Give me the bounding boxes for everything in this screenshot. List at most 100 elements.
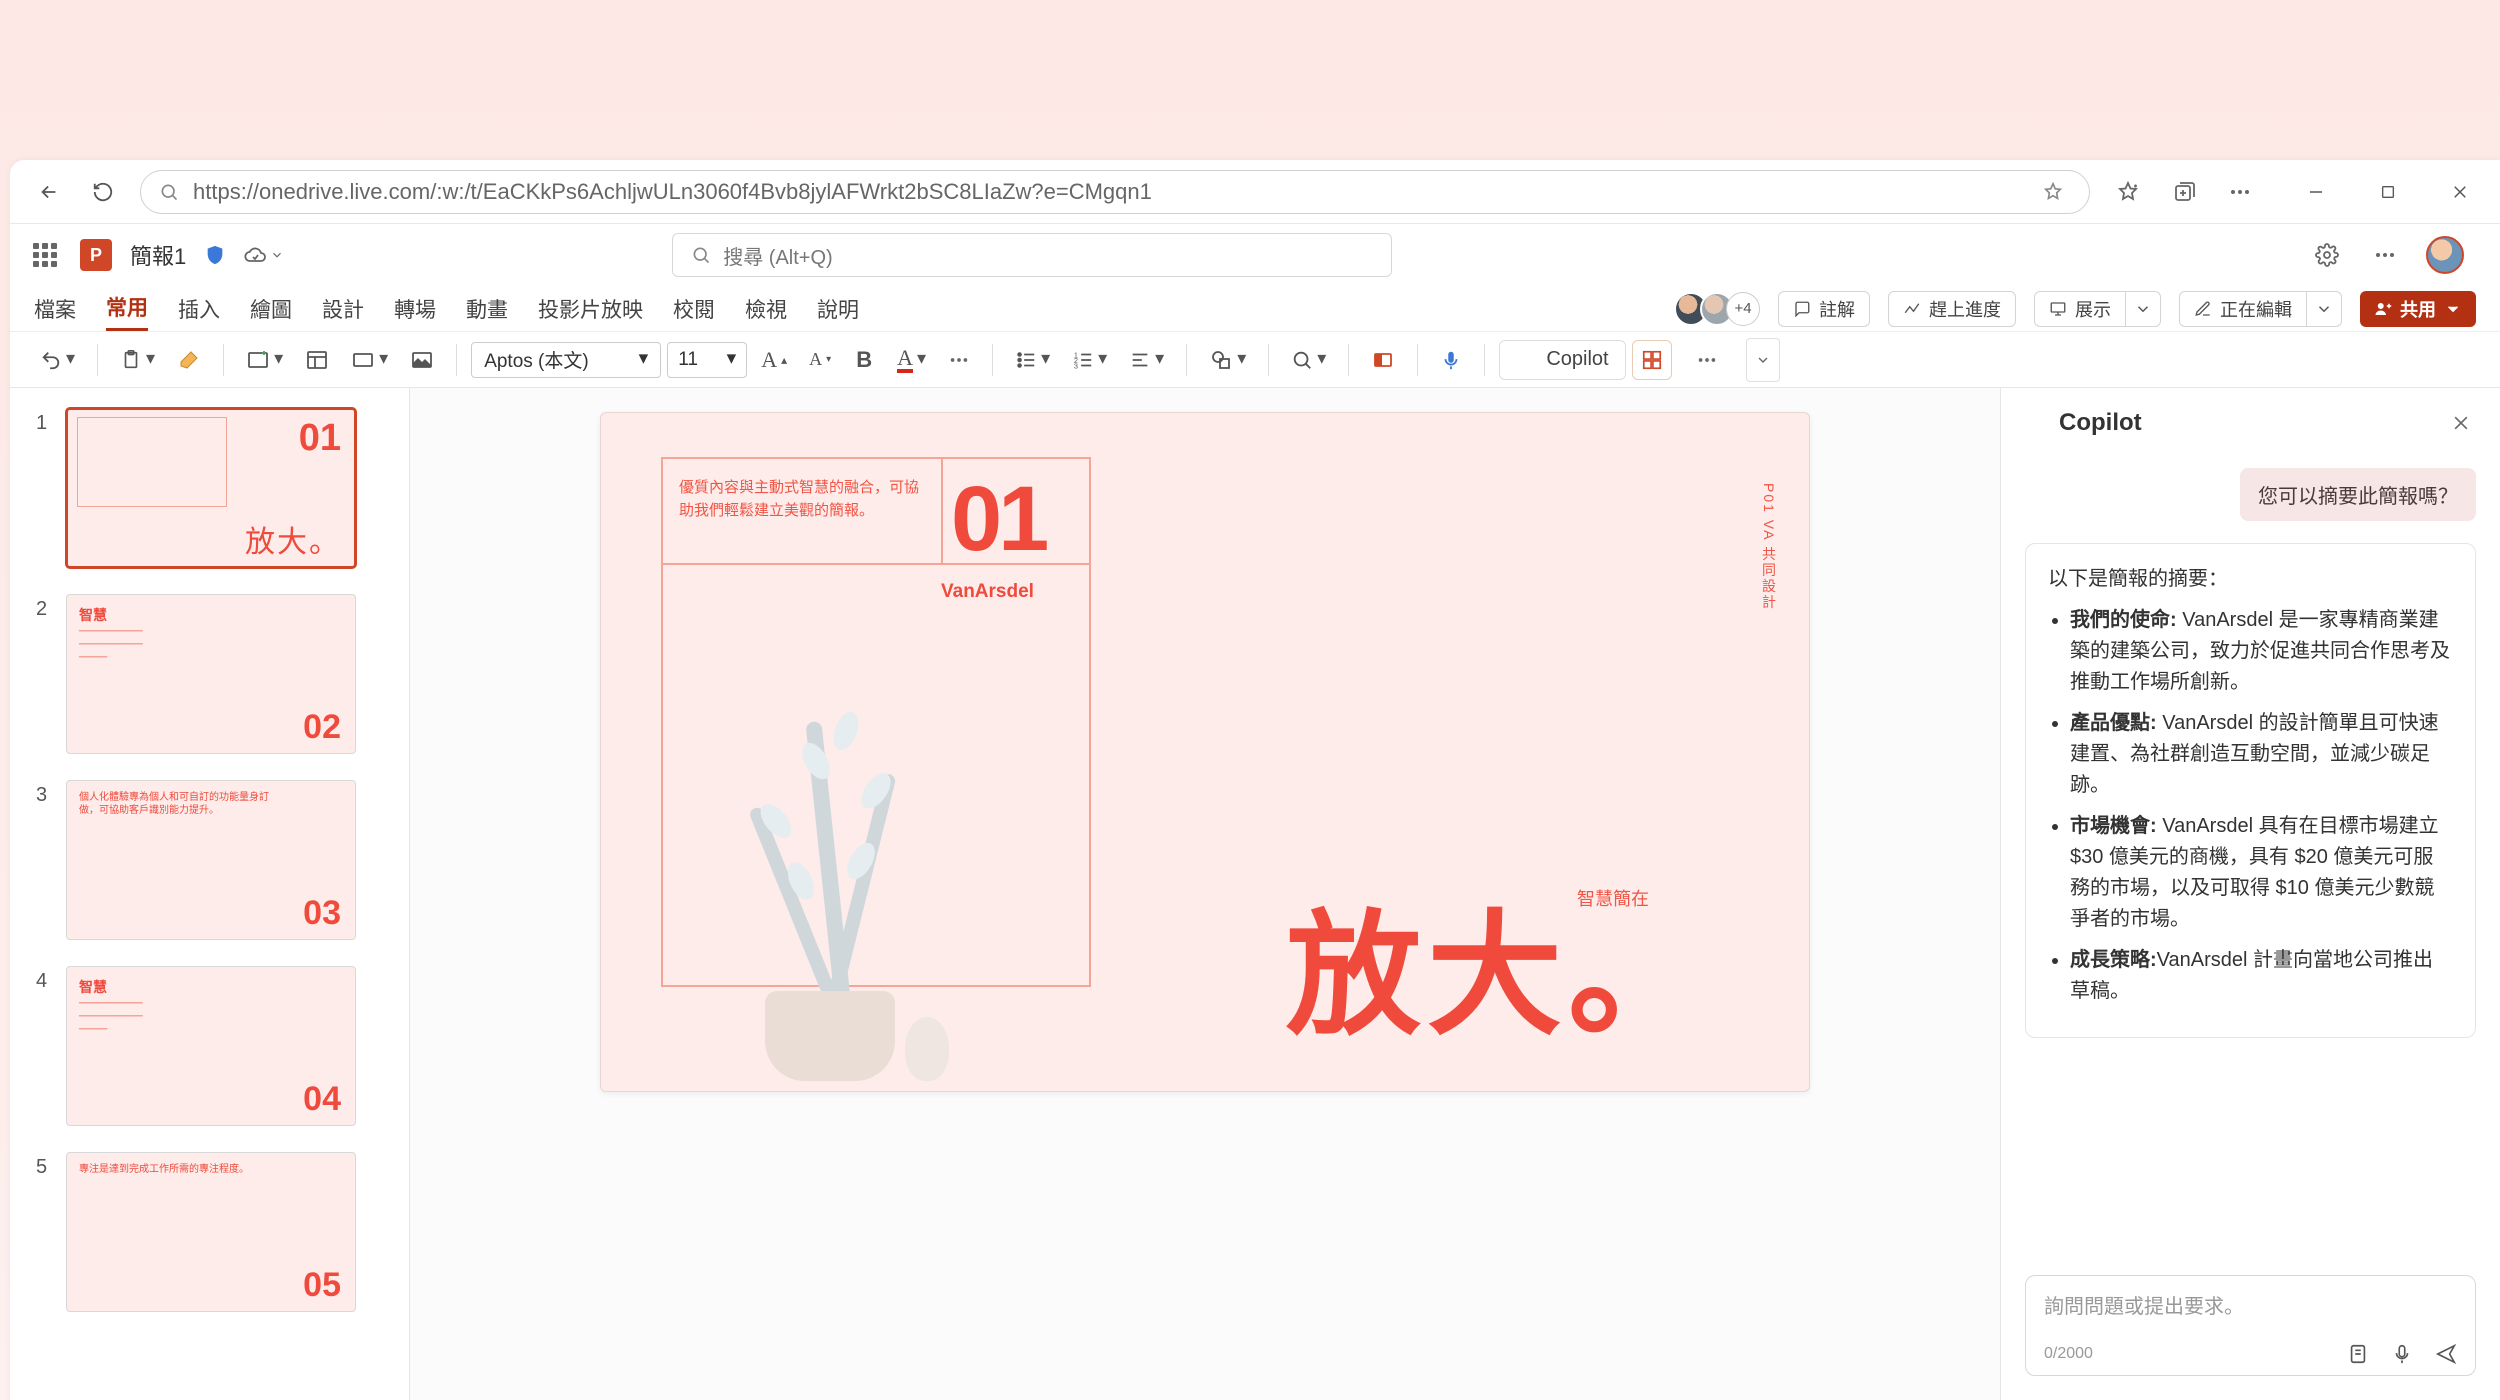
slide-thumbnail-panel: 1 01 放大。 2 智慧 ────────────────────── 02 … xyxy=(10,388,410,1400)
plant-image[interactable] xyxy=(645,671,945,1081)
back-button[interactable] xyxy=(32,175,66,209)
share-button[interactable]: 共用 xyxy=(2360,291,2476,327)
copilot-user-message: 您可以摘要此簡報嗎？ xyxy=(2240,468,2476,521)
copilot-panel-title: Copilot xyxy=(2059,409,2142,437)
format-painter-button[interactable] xyxy=(169,341,209,379)
copilot-input-placeholder: 詢問問題或提出要求。 xyxy=(2044,1290,2457,1319)
present-dropdown[interactable] xyxy=(2126,291,2161,327)
present-button[interactable]: 展示 xyxy=(2034,291,2161,327)
tab-review[interactable]: 校閱 xyxy=(673,288,715,330)
copilot-mic-icon[interactable] xyxy=(2391,1343,2413,1365)
slide-number-graphic[interactable]: 01 xyxy=(951,467,1045,572)
undo-button[interactable]: ▾ xyxy=(32,341,83,379)
toolbar-more-button[interactable] xyxy=(1688,341,1726,379)
tab-design[interactable]: 設計 xyxy=(322,288,364,330)
favorites-icon[interactable] xyxy=(2110,174,2146,210)
decrease-font-button[interactable]: A▾ xyxy=(801,341,839,379)
address-bar[interactable]: https://onedrive.live.com/:w:/t/EaCKkPs6… xyxy=(140,170,2090,214)
copilot-icon xyxy=(1516,349,1538,371)
tab-help[interactable]: 說明 xyxy=(817,288,859,330)
url-text: https://onedrive.live.com/:w:/t/EaCKkPs6… xyxy=(193,179,1152,205)
bold-button[interactable]: B xyxy=(845,341,883,379)
editing-mode-button[interactable]: 正在編輯 xyxy=(2179,291,2342,327)
numbering-button[interactable]: 123▾ xyxy=(1064,341,1115,379)
copilot-send-icon[interactable] xyxy=(2435,1343,2457,1365)
paste-button[interactable]: ▾ xyxy=(112,341,163,379)
slide-brand-text[interactable]: VanArsdel xyxy=(941,581,1034,603)
copilot-ai-message: 以下是簡報的摘要： 我們的使命: VanArsdel 是一家專精商業建築的建築公… xyxy=(2025,543,2476,1038)
slide-desc-text[interactable]: 優質內容與主動式智慧的融合，可協助我們輕鬆建立美觀的簡報。 xyxy=(679,477,929,522)
copilot-prompt-guide-icon[interactable] xyxy=(2347,1343,2369,1365)
new-slide-button[interactable]: ▾ xyxy=(238,341,291,379)
tab-home[interactable]: 常用 xyxy=(106,286,148,331)
bullets-button[interactable]: ▾ xyxy=(1007,341,1058,379)
search-icon xyxy=(159,182,179,202)
ribbon-collapse-button[interactable] xyxy=(1746,338,1780,382)
thumb-number: 2 xyxy=(36,594,52,621)
slide-size-button[interactable]: ▾ xyxy=(343,341,396,379)
powerpoint-logo: P xyxy=(80,239,112,271)
close-window-button[interactable] xyxy=(2442,174,2478,210)
sensitivity-shield-icon[interactable] xyxy=(204,244,226,266)
tab-view[interactable]: 檢視 xyxy=(745,288,787,330)
slide-thumbnail-3[interactable]: 個人化體驗專為個人和可自訂的功能量身訂做，可協助客戶識別能力提升。 03 xyxy=(66,780,356,940)
app-launcher-button[interactable] xyxy=(28,238,62,272)
thumb-number: 4 xyxy=(36,966,52,993)
designer-button[interactable] xyxy=(1632,340,1672,380)
shapes-button[interactable]: ▾ xyxy=(1201,341,1254,379)
find-button[interactable]: ▾ xyxy=(1283,341,1334,379)
browser-more-icon[interactable] xyxy=(2222,174,2258,210)
app-title-bar: P 簡報1 搜尋 (Alt+Q) xyxy=(10,224,2500,286)
collaborator-avatars[interactable]: +4 xyxy=(1674,292,1760,326)
save-status-button[interactable] xyxy=(244,243,284,267)
refresh-button[interactable] xyxy=(86,175,120,209)
copilot-ribbon-button[interactable]: Copilot xyxy=(1499,340,1625,380)
search-icon xyxy=(691,245,711,265)
settings-icon[interactable] xyxy=(2310,238,2344,272)
slide-thumbnail-4[interactable]: 智慧 ────────────────────── 04 xyxy=(66,966,356,1126)
browser-chrome: https://onedrive.live.com/:w:/t/EaCKkPs6… xyxy=(10,160,2500,224)
slide-thumbnail-1[interactable]: 01 放大。 xyxy=(66,408,356,568)
ribbon-toolbar: ▾ ▾ ▾ ▾ Aptos (本文)▾ 11▾ A▴ A▾ B A▾ ▾ 123… xyxy=(10,332,2500,388)
tab-slideshow[interactable]: 投影片放映 xyxy=(538,288,643,330)
font-size-selector[interactable]: 11▾ xyxy=(667,342,747,378)
editing-mode-dropdown[interactable] xyxy=(2307,291,2342,327)
increase-font-button[interactable]: A▴ xyxy=(753,341,795,379)
copilot-input-box[interactable]: 詢問問題或提出要求。 0/2000 xyxy=(2025,1275,2476,1376)
background-button[interactable] xyxy=(402,341,442,379)
dictate-button[interactable] xyxy=(1432,341,1470,379)
slide-canvas-area: 優質內容與主動式智慧的融合，可協助我們輕鬆建立美觀的簡報。 01 VanArsd… xyxy=(410,388,2000,1400)
tab-insert[interactable]: 插入 xyxy=(178,288,220,330)
font-family-selector[interactable]: Aptos (本文)▾ xyxy=(471,342,661,378)
catchup-button[interactable]: 趕上進度 xyxy=(1888,291,2016,327)
slide-thumbnail-5[interactable]: 專注是達到完成工作所需的專注程度。 05 xyxy=(66,1152,356,1312)
font-more-button[interactable] xyxy=(940,341,978,379)
slide-title[interactable]: 放大。 xyxy=(1286,865,1709,1061)
thumb-number: 3 xyxy=(36,780,52,807)
collections-icon[interactable] xyxy=(2166,174,2202,210)
font-color-button[interactable]: A▾ xyxy=(889,341,934,379)
tab-draw[interactable]: 繪圖 xyxy=(250,288,292,330)
chevron-down-icon xyxy=(270,248,284,262)
comments-button[interactable]: 註解 xyxy=(1778,291,1870,327)
minimize-button[interactable] xyxy=(2298,174,2334,210)
copilot-char-counter: 0/2000 xyxy=(2044,1345,2093,1363)
user-avatar[interactable] xyxy=(2426,236,2464,274)
align-button[interactable]: ▾ xyxy=(1121,341,1172,379)
tab-animations[interactable]: 動畫 xyxy=(466,288,508,330)
tab-transitions[interactable]: 轉場 xyxy=(394,288,436,330)
sensitivity-button[interactable] xyxy=(1363,341,1403,379)
tab-file[interactable]: 檔案 xyxy=(34,288,76,330)
copilot-close-button[interactable] xyxy=(2446,408,2476,438)
document-name[interactable]: 簡報1 xyxy=(130,239,186,271)
title-more-icon[interactable] xyxy=(2368,238,2402,272)
slide-canvas[interactable]: 優質內容與主動式智慧的融合，可協助我們輕鬆建立美觀的簡報。 01 VanArsd… xyxy=(600,412,1810,1092)
slide-thumbnail-2[interactable]: 智慧 ────────────────────── 02 xyxy=(66,594,356,754)
favorite-outline-icon[interactable] xyxy=(2035,174,2071,210)
layout-button[interactable] xyxy=(297,341,337,379)
maximize-button[interactable] xyxy=(2370,174,2406,210)
slide-side-text[interactable]: P01 VA 共同設計 xyxy=(1759,483,1779,611)
copilot-panel: Copilot 您可以摘要此簡報嗎？ 以下是簡報的摘要： 我們的使命: VanA… xyxy=(2000,388,2500,1400)
svg-text:3: 3 xyxy=(1074,361,1078,370)
search-box[interactable]: 搜尋 (Alt+Q) xyxy=(672,233,1392,277)
